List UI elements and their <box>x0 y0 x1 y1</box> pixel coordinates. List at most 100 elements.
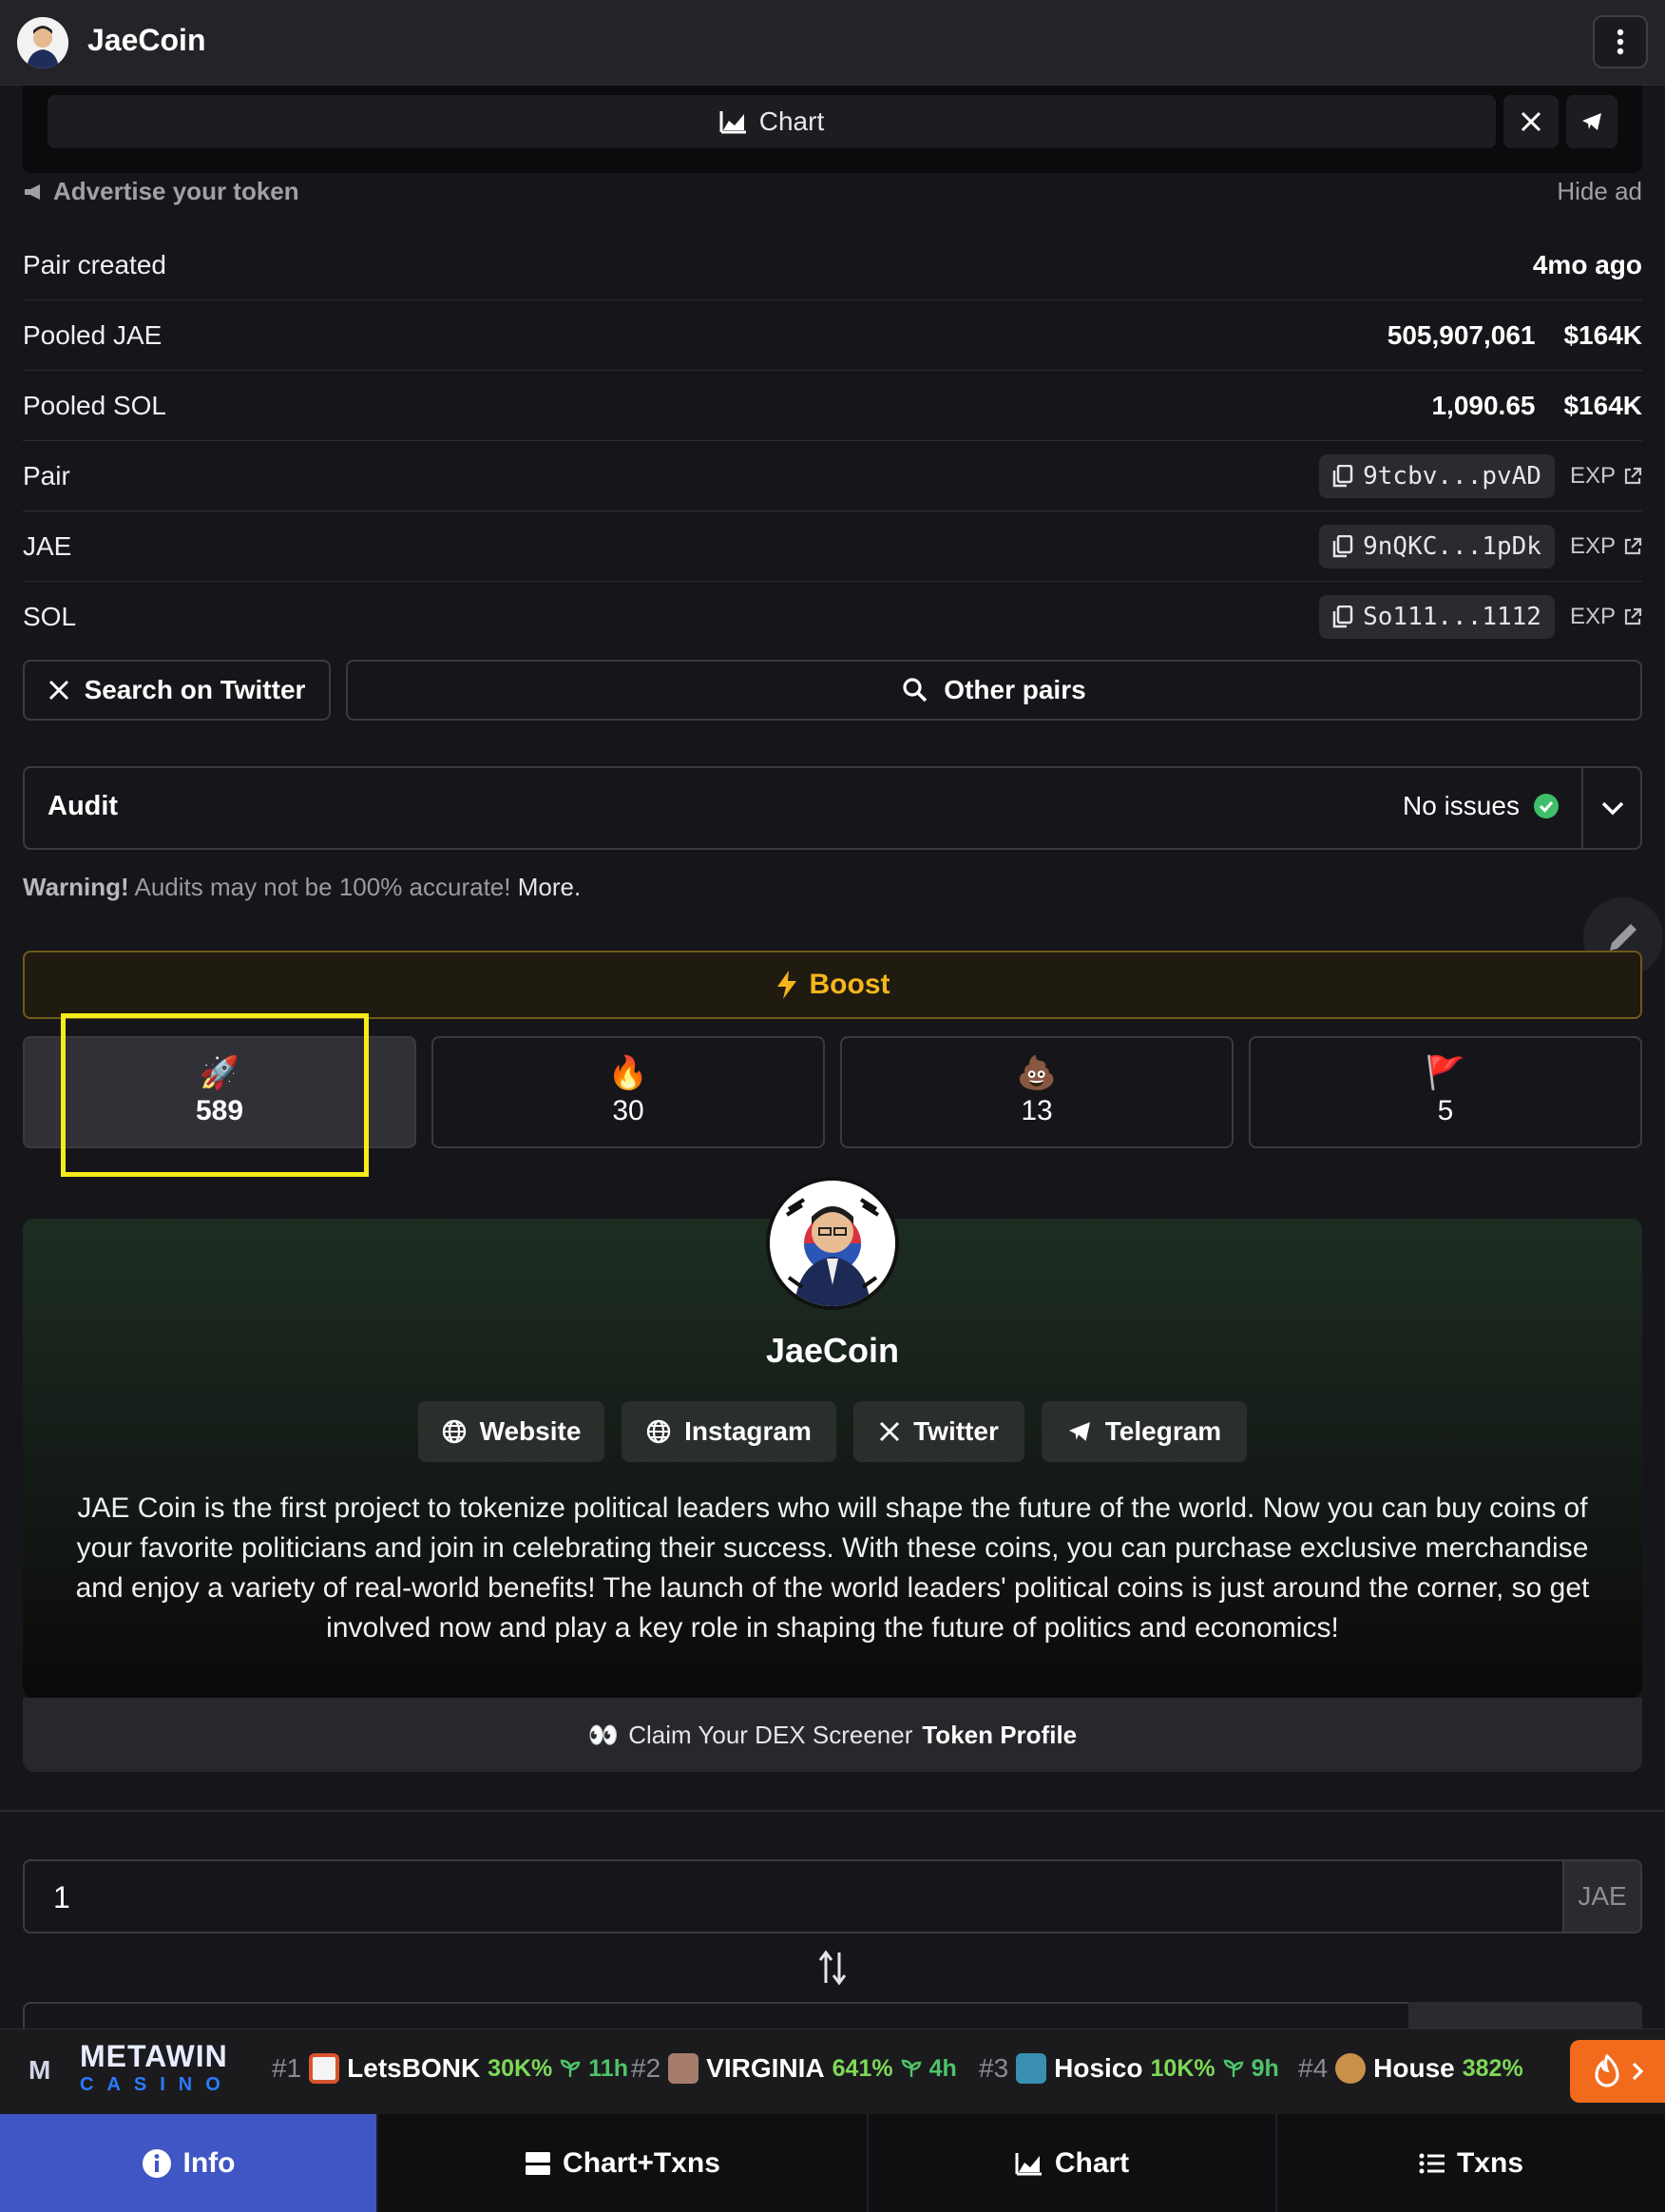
globe-icon <box>442 1419 466 1444</box>
trending-name: House <box>1373 2053 1455 2083</box>
chevron-down-icon <box>1601 801 1624 816</box>
token-thumbnail <box>668 2053 699 2084</box>
sol-address: So111...1112 <box>1363 603 1541 631</box>
audit-status-label: No issues <box>1403 791 1520 820</box>
tab-chart-txns-label: Chart+Txns <box>563 2146 720 2179</box>
reaction-poop-button[interactable]: 💩 13 <box>840 1036 1234 1148</box>
reaction-poop-count: 13 <box>1021 1095 1053 1126</box>
profile-name: JaeCoin <box>765 1331 900 1370</box>
external-link-icon <box>1624 607 1642 625</box>
pooled-jae-amount: 505,907,061 <box>1387 319 1536 350</box>
metawin-logo-icon: M <box>29 2055 51 2085</box>
section-divider <box>0 1810 1665 1812</box>
top-bar <box>0 0 1665 86</box>
sol-exp-label: EXP <box>1569 604 1616 629</box>
check-circle-icon <box>1533 794 1559 818</box>
trending-rank: #1 <box>272 2053 302 2083</box>
trending-change: 641% <box>832 2054 893 2082</box>
tab-txns-label: Txns <box>1456 2146 1524 2179</box>
reaction-flag-button[interactable]: 🚩 5 <box>1249 1036 1642 1148</box>
metawin-brand[interactable]: METAWIN <box>80 2041 228 2071</box>
audit-more-link[interactable]: More. <box>518 873 581 901</box>
jae-explorer-link[interactable]: EXP <box>1570 533 1642 560</box>
jae-address-copy[interactable]: 9nQKC...1pDk <box>1319 524 1555 568</box>
advertise-link[interactable]: Advertise your token <box>23 177 299 206</box>
sol-explorer-link[interactable]: EXP <box>1570 604 1642 630</box>
pooled-sol-usd: $164K <box>1563 390 1642 420</box>
hide-ad-link[interactable]: Hide ad <box>1557 177 1642 206</box>
pair-explorer-link[interactable]: EXP <box>1570 463 1642 490</box>
kebab-menu-button[interactable] <box>1593 15 1648 68</box>
boost-button[interactable]: Boost <box>23 951 1642 1019</box>
tab-info[interactable]: Info <box>0 2114 378 2212</box>
x-logo-icon <box>880 1421 900 1442</box>
token-thumbnail <box>1335 2053 1367 2084</box>
audit-expand-toggle[interactable] <box>1585 768 1640 848</box>
twitter-link-button[interactable]: Twitter <box>853 1401 1024 1462</box>
instagram-link-button[interactable]: Instagram <box>622 1401 836 1462</box>
audit-divider <box>1581 768 1583 848</box>
pair-exp-label: EXP <box>1569 462 1616 489</box>
audit-warning-text: Audits may not be 100% accurate! <box>128 873 518 901</box>
x-logo-icon <box>1521 111 1541 132</box>
search-on-twitter-label: Search on Twitter <box>84 675 306 704</box>
boost-label: Boost <box>809 969 890 1000</box>
website-link-button[interactable]: Website <box>418 1401 604 1462</box>
trending-item[interactable]: #4 House 382% <box>1298 2053 1523 2084</box>
pair-address-row: Pair 9tcbv...pvAD EXP <box>23 441 1642 511</box>
other-pairs-button[interactable]: Other pairs <box>346 660 1642 721</box>
ad-telegram-button[interactable] <box>1566 95 1617 148</box>
token-thumbnail <box>1016 2053 1047 2084</box>
pooled-jae-row: Pooled JAE 505,907,061 $164K <box>23 300 1642 371</box>
pair-created-value: 4mo ago <box>1532 249 1642 279</box>
trending-age: 4h <box>928 2054 957 2082</box>
swap-direction-button[interactable] <box>812 1947 853 1989</box>
trending-item[interactable]: #1 LetsBONK 30K% 11h <box>272 2053 628 2084</box>
tab-chart[interactable]: Chart <box>869 2114 1277 2212</box>
tab-info-label: Info <box>182 2146 236 2179</box>
trending-name: Hosico <box>1054 2053 1143 2083</box>
chart-area-icon <box>719 111 746 134</box>
external-link-icon <box>1624 467 1642 484</box>
swap-output-input[interactable] <box>23 2002 1642 2030</box>
audit-panel[interactable] <box>23 766 1642 850</box>
claim-prefix: Claim Your DEX Screener <box>628 1720 913 1749</box>
pooled-sol-row: Pooled SOL 1,090.65 $164K <box>23 371 1642 441</box>
website-label: Website <box>479 1416 582 1446</box>
globe-icon <box>646 1419 671 1444</box>
metawin-brand-sub: CASINO <box>80 2074 234 2095</box>
chart-area-icon <box>1015 2152 1042 2175</box>
reaction-fire-button[interactable]: 🔥 30 <box>431 1036 825 1148</box>
profile-description: JAE Coin is the first project to tokeniz… <box>75 1492 1590 1644</box>
token-avatar <box>17 17 68 68</box>
x-logo-icon <box>48 680 68 701</box>
chevron-right-icon <box>1632 2062 1644 2081</box>
profile-avatar <box>766 1177 899 1310</box>
twitter-label: Twitter <box>913 1416 999 1446</box>
ad-x-button[interactable] <box>1503 95 1559 148</box>
ad-chart-button[interactable]: Chart <box>48 95 1496 148</box>
tab-txns[interactable]: Txns <box>1277 2114 1665 2212</box>
claim-profile-link[interactable]: 👀 Claim Your DEX Screener Token Profile <box>23 1698 1642 1772</box>
telegram-link-button[interactable]: Telegram <box>1042 1401 1247 1462</box>
pair-address-copy[interactable]: 9tcbv...pvAD <box>1319 453 1555 498</box>
copy-icon <box>1332 606 1353 628</box>
swap-amount-input[interactable] <box>23 1859 1642 1933</box>
sol-address-copy[interactable]: So111...1112 <box>1319 595 1555 639</box>
trending-age: 11h <box>588 2054 628 2082</box>
sol-address-row: SOL So111...1112 EXP <box>23 582 1642 652</box>
sprout-icon <box>1223 2059 1243 2077</box>
claim-bold: Token Profile <box>922 1720 1078 1749</box>
trending-more-button[interactable] <box>1570 2040 1665 2103</box>
search-on-twitter-button[interactable]: Search on Twitter <box>23 660 331 721</box>
list-icon <box>1419 2153 1445 2173</box>
tab-chart-txns[interactable]: Chart+Txns <box>378 2114 869 2212</box>
sprout-icon <box>560 2059 581 2077</box>
sprout-icon <box>901 2059 921 2077</box>
swap-unit-label: JAE <box>1562 1861 1640 1932</box>
swap-arrows-icon <box>818 1950 847 1986</box>
trending-item[interactable]: #3 Hosico 10K% 9h <box>979 2053 1279 2084</box>
pair-address: 9tcbv...pvAD <box>1363 461 1541 490</box>
trending-item[interactable]: #2 VIRGINIA 641% 4h <box>631 2053 957 2084</box>
advertise-label: Advertise your token <box>53 177 299 205</box>
